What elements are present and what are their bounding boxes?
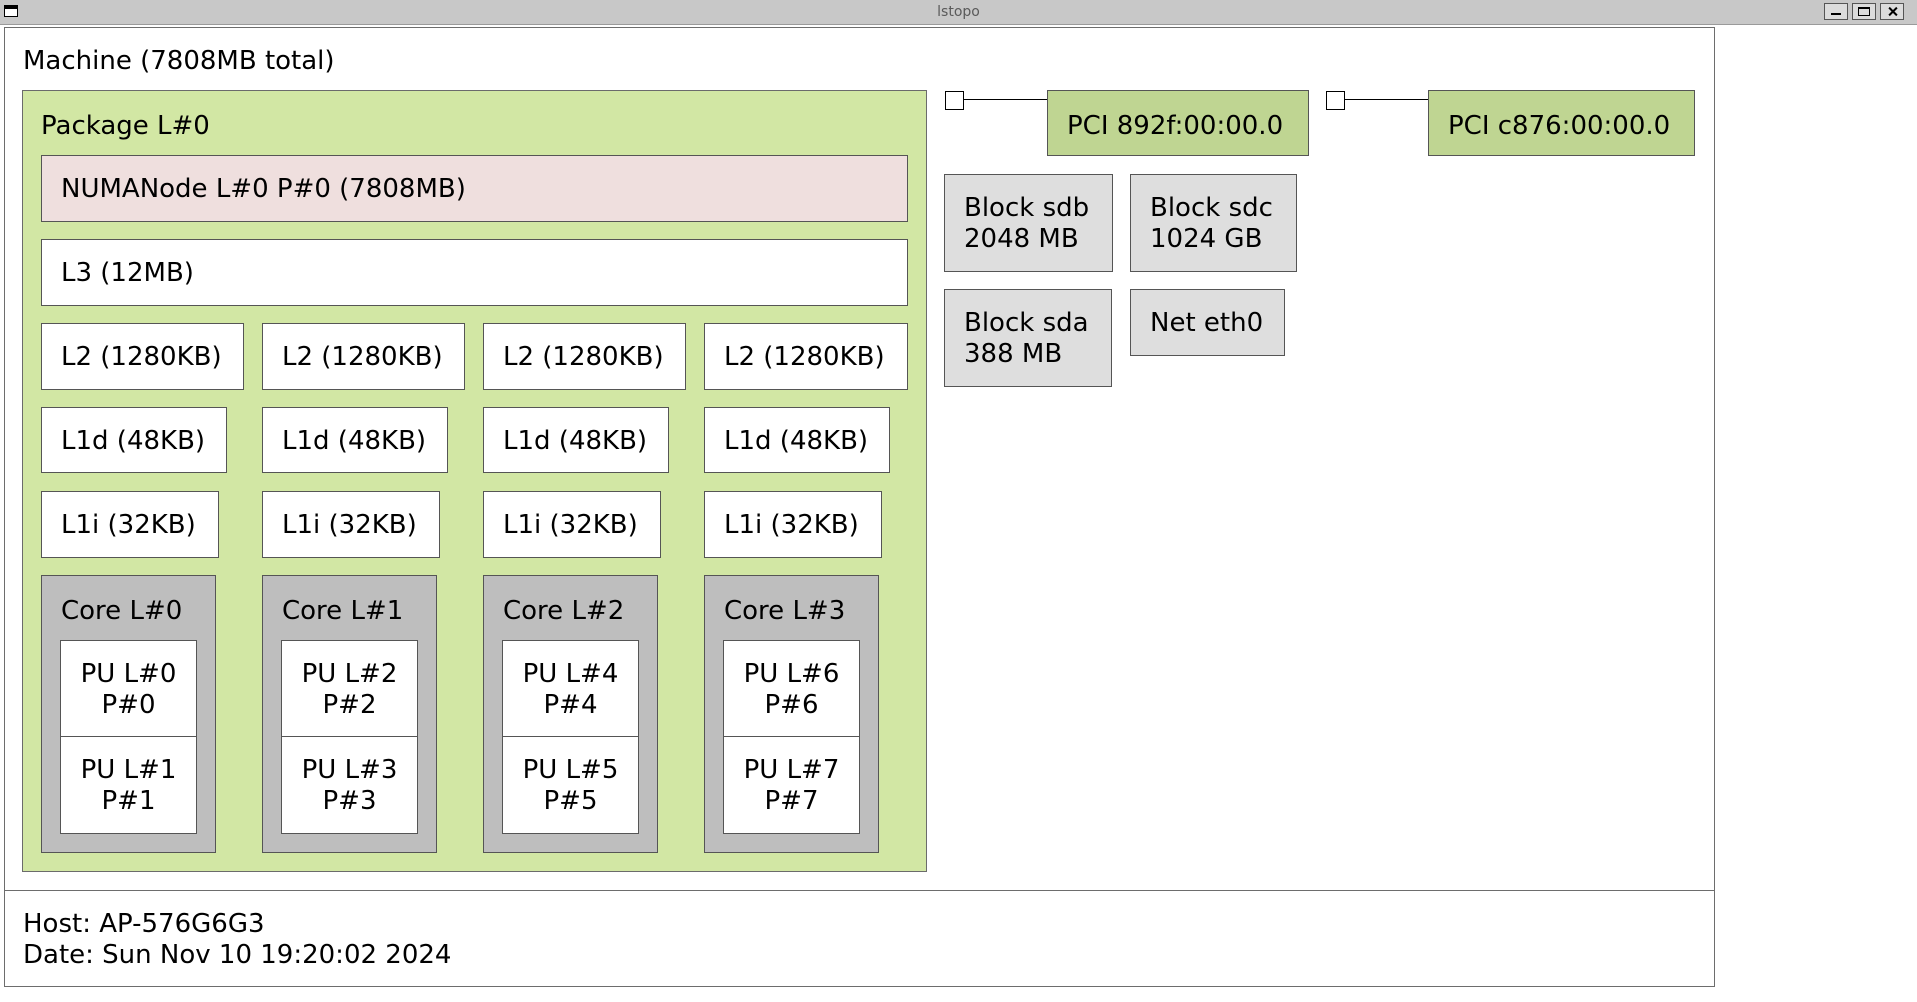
pci-device-box: PCI 892f:00:00.0 [1047, 90, 1309, 156]
host-bridge-icon [945, 91, 964, 110]
host-bridge-icon [1326, 91, 1345, 110]
pu-label: PU L#0 P#0 [80, 659, 177, 720]
legend-date: Date: Sun Nov 10 19:20:02 2024 [23, 940, 452, 970]
pci-device-label: PCI 892f:00:00.0 [1067, 111, 1284, 141]
bridge-link-line [1344, 99, 1429, 100]
pu-box: PU L#1 P#1 [60, 736, 197, 834]
maximize-button[interactable] [1852, 3, 1876, 20]
block-device-label: Block sda 388 MB [964, 308, 1089, 369]
legend-box: Host: AP-576G6G3 Date: Sun Nov 10 19:20:… [4, 890, 1715, 987]
net-device-label: Net eth0 [1150, 308, 1264, 338]
l1d-cache-box: L1d (48KB) [262, 407, 448, 473]
pu-label: PU L#1 P#1 [80, 755, 177, 816]
l1d-cache-label: L1d (48KB) [282, 426, 427, 456]
l1i-cache-box: L1i (32KB) [483, 491, 661, 558]
block-device-label: Block sdb 2048 MB [964, 193, 1090, 254]
l2-cache-label: L2 (1280KB) [61, 342, 222, 372]
minimize-icon [1825, 4, 1847, 19]
l1d-cache-box: L1d (48KB) [483, 407, 669, 473]
block-device-label: Block sdc 1024 GB [1150, 193, 1273, 254]
pu-label: PU L#6 P#6 [743, 659, 840, 720]
machine-label: Machine (7808MB total) [23, 46, 335, 76]
pu-label: PU L#3 P#3 [301, 755, 398, 816]
pu-box: PU L#0 P#0 [60, 640, 197, 737]
core-label: Core L#2 [503, 596, 625, 626]
close-icon [1881, 4, 1903, 19]
l1i-cache-box: L1i (32KB) [704, 491, 882, 558]
maximize-icon [1853, 4, 1875, 19]
block-device-sda: Block sda 388 MB [944, 289, 1112, 387]
block-device-sdb: Block sdb 2048 MB [944, 174, 1113, 272]
core-label: Core L#0 [61, 596, 183, 626]
core-label: Core L#1 [282, 596, 404, 626]
pu-label: PU L#2 P#2 [301, 659, 398, 720]
numa-node-box: NUMANode L#0 P#0 (7808MB) [41, 155, 908, 222]
core-label: Core L#3 [724, 596, 846, 626]
l1d-cache-label: L1d (48KB) [61, 426, 206, 456]
l2-cache-box: L2 (1280KB) [262, 323, 465, 390]
pu-box: PU L#4 P#4 [502, 640, 639, 737]
minimize-button[interactable] [1824, 3, 1848, 20]
l1i-cache-label: L1i (32KB) [282, 510, 417, 540]
l1d-cache-label: L1d (48KB) [503, 426, 648, 456]
pu-box: PU L#7 P#7 [723, 736, 860, 834]
pu-label: PU L#4 P#4 [522, 659, 619, 720]
pci-device-box: PCI c876:00:00.0 [1428, 90, 1695, 156]
pu-box: PU L#3 P#3 [281, 736, 418, 834]
l3-cache-box: L3 (12MB) [41, 239, 908, 306]
pu-label: PU L#7 P#7 [743, 755, 840, 816]
pci-device-label: PCI c876:00:00.0 [1448, 111, 1671, 141]
window-titlebar[interactable]: lstopo [0, 0, 1917, 25]
l2-cache-box: L2 (1280KB) [483, 323, 686, 390]
pu-label: PU L#5 P#5 [522, 755, 619, 816]
window-title: lstopo [937, 4, 980, 20]
l2-cache-label: L2 (1280KB) [282, 342, 443, 372]
pu-box: PU L#5 P#5 [502, 736, 639, 834]
numa-node-label: NUMANode L#0 P#0 (7808MB) [61, 174, 466, 204]
l1i-cache-label: L1i (32KB) [724, 510, 859, 540]
l2-cache-label: L2 (1280KB) [724, 342, 885, 372]
pu-box: PU L#6 P#6 [723, 640, 860, 737]
l1i-cache-label: L1i (32KB) [503, 510, 638, 540]
l3-cache-label: L3 (12MB) [61, 258, 194, 288]
l2-cache-box: L2 (1280KB) [41, 323, 244, 390]
close-button[interactable] [1880, 3, 1904, 20]
bridge-link-line [963, 99, 1048, 100]
l2-cache-label: L2 (1280KB) [503, 342, 664, 372]
net-device-eth0: Net eth0 [1130, 289, 1285, 356]
package-label: Package L#0 [41, 111, 210, 141]
pu-box: PU L#2 P#2 [281, 640, 418, 737]
l1i-cache-box: L1i (32KB) [262, 491, 440, 558]
l1d-cache-label: L1d (48KB) [724, 426, 869, 456]
l1d-cache-box: L1d (48KB) [41, 407, 227, 473]
legend-host: Host: AP-576G6G3 [23, 909, 265, 939]
block-device-sdc: Block sdc 1024 GB [1130, 174, 1297, 272]
l2-cache-box: L2 (1280KB) [704, 323, 908, 390]
l1i-cache-box: L1i (32KB) [41, 491, 219, 558]
l1d-cache-box: L1d (48KB) [704, 407, 890, 473]
l1i-cache-label: L1i (32KB) [61, 510, 196, 540]
